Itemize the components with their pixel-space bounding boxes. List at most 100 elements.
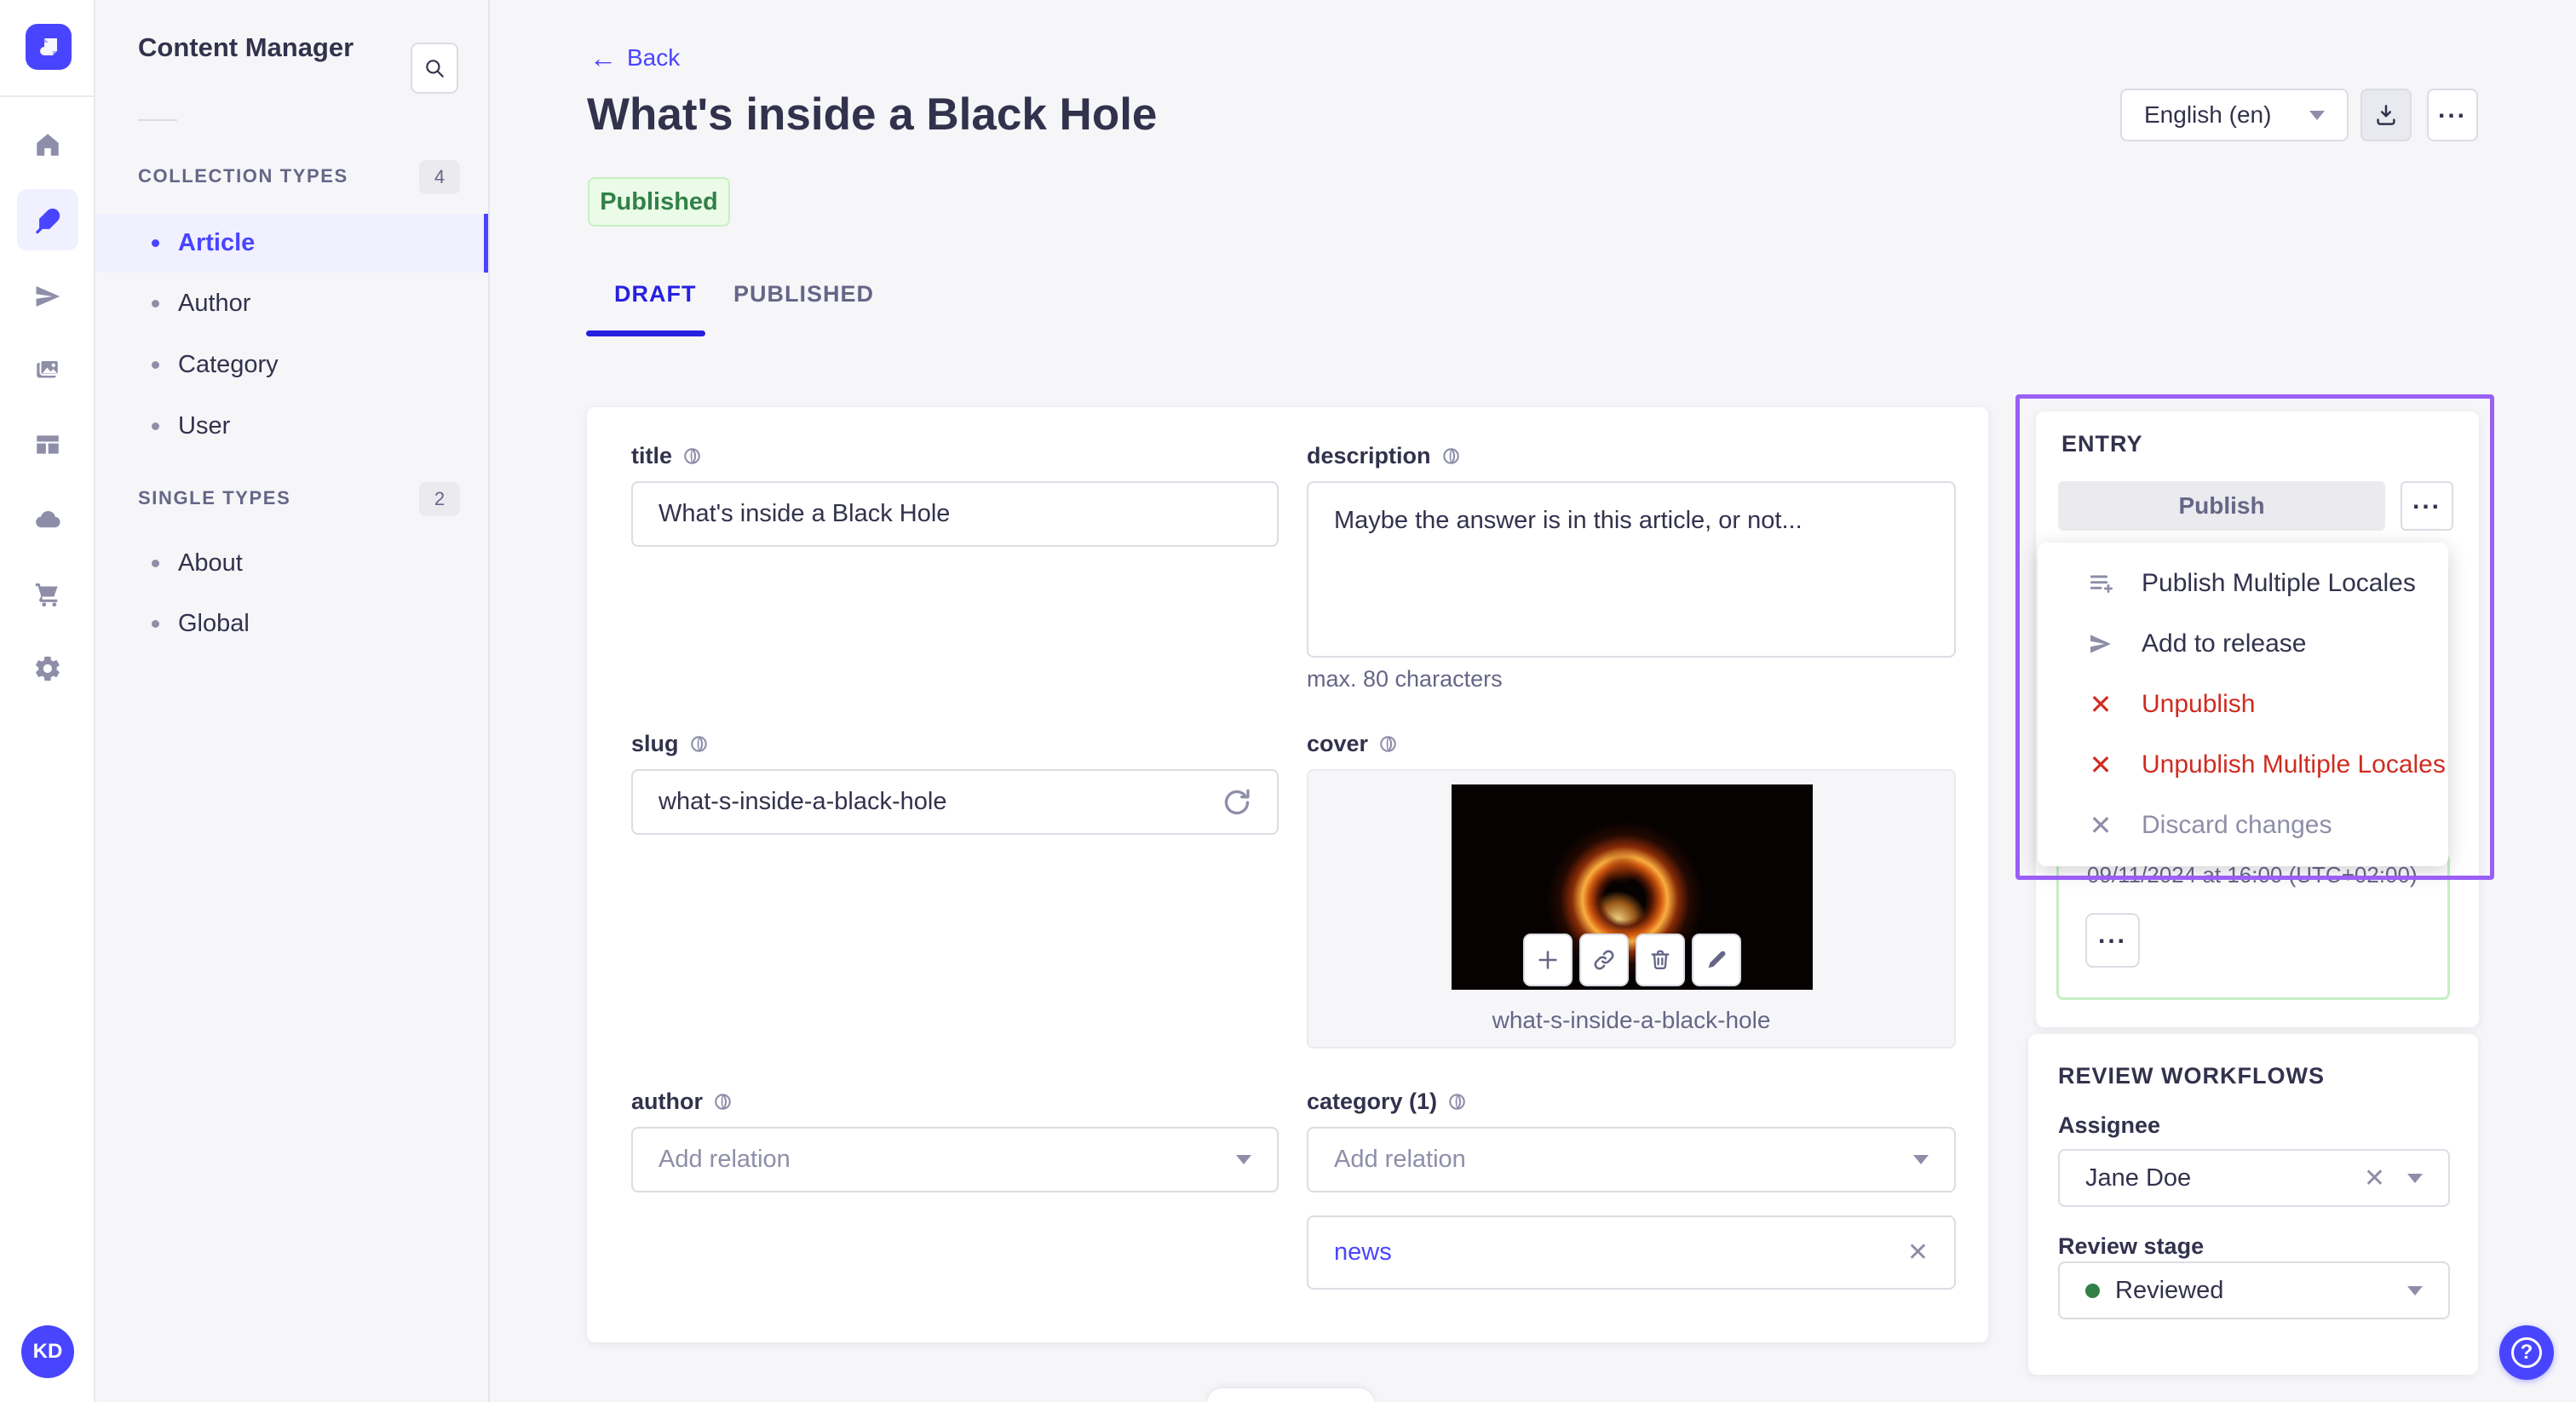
- sidebar-item-user[interactable]: User: [95, 397, 488, 456]
- chevron-down-icon: [2309, 110, 2325, 120]
- status-badge: Published: [588, 177, 730, 227]
- sidebar-divider: [138, 119, 177, 121]
- user-avatar[interactable]: KD: [21, 1325, 74, 1378]
- review-stage-select[interactable]: Reviewed: [2058, 1261, 2450, 1319]
- sidebar-item-about[interactable]: About: [95, 534, 488, 593]
- nav-rail: KD: [0, 0, 95, 1402]
- entry-more-button[interactable]: ...: [2401, 481, 2453, 531]
- cover-copy-link-button[interactable]: [1579, 934, 1629, 986]
- marketplace-cart-icon[interactable]: [32, 578, 63, 609]
- sidebar-item-article[interactable]: Article: [95, 214, 488, 273]
- floating-panel-top-edge: [1207, 1388, 1374, 1402]
- review-workflows-heading: REVIEW WORKFLOWS: [2058, 1063, 2325, 1089]
- field-label-text: title: [631, 443, 673, 468]
- menu-item-label: Publish Multiple Locales: [2142, 568, 2416, 597]
- assignee-select[interactable]: Jane Doe ✕: [2058, 1149, 2450, 1207]
- sidebar-item-author[interactable]: Author: [95, 274, 488, 333]
- back-label: Back: [627, 44, 681, 71]
- active-tab-underline: [586, 330, 705, 336]
- remove-relation-icon[interactable]: ✕: [1907, 1238, 1929, 1267]
- author-select-placeholder: Add relation: [658, 1146, 791, 1173]
- title-input[interactable]: [631, 481, 1279, 547]
- more-icon: ...: [2412, 486, 2441, 514]
- bullet-icon: [152, 620, 159, 628]
- description-hint: max. 80 characters: [1307, 666, 1503, 692]
- localized-globe-icon: [1380, 736, 1396, 752]
- strapi-logo[interactable]: [26, 24, 72, 70]
- sidebar-item-label: User: [178, 412, 231, 440]
- tab-draft[interactable]: DRAFT: [614, 281, 696, 307]
- tab-published[interactable]: PUBLISHED: [733, 281, 874, 307]
- menu-item-label: Unpublish: [2142, 689, 2256, 718]
- settings-gear-icon[interactable]: [32, 653, 63, 684]
- category-relation-select[interactable]: Add relation: [1307, 1127, 1956, 1192]
- more-icon: ...: [2097, 921, 2127, 949]
- description-textarea[interactable]: Maybe the answer is in this article, or …: [1307, 481, 1956, 658]
- cover-image-black-hole[interactable]: [1452, 784, 1813, 990]
- sidebar-item-global[interactable]: Global: [95, 595, 488, 653]
- assignee-label: Assignee: [2058, 1112, 2161, 1138]
- author-field-label: author: [631, 1089, 733, 1115]
- strapi-admin: KD Content Manager COLLECTION TYPES 4 Ar…: [0, 0, 2576, 1402]
- review-stage-value: Reviewed: [2115, 1276, 2224, 1304]
- sidebar-item-label: About: [178, 549, 243, 577]
- menu-item-unpublish-multiple-locales[interactable]: ✕ Unpublish Multiple Locales: [2038, 734, 2448, 795]
- cover-add-button[interactable]: [1523, 934, 1573, 986]
- sidebar-item-category[interactable]: Category: [95, 336, 488, 394]
- download-icon: [2377, 105, 2395, 125]
- cover-delete-button[interactable]: [1636, 934, 1685, 986]
- field-label-text: description: [1307, 443, 1431, 468]
- localized-globe-icon: [715, 1094, 731, 1110]
- paper-plane-icon: [2085, 629, 2116, 659]
- menu-item-add-to-release[interactable]: Add to release: [2038, 613, 2448, 674]
- author-relation-select[interactable]: Add relation: [631, 1127, 1279, 1192]
- publish-button[interactable]: Publish: [2058, 481, 2385, 531]
- single-types-header: SINGLE TYPES: [138, 487, 291, 509]
- menu-item-unpublish[interactable]: ✕ Unpublish: [2038, 674, 2448, 734]
- field-label-text: author: [631, 1089, 703, 1114]
- release-more-button[interactable]: ...: [2085, 913, 2140, 968]
- slug-input[interactable]: [631, 769, 1279, 835]
- question-mark-icon: ?: [2511, 1337, 2542, 1368]
- sidebar-item-label: Author: [178, 290, 251, 317]
- content-type-builder-icon[interactable]: [32, 429, 63, 460]
- assignee-value: Jane Doe: [2085, 1164, 2192, 1192]
- menu-item-publish-multiple-locales[interactable]: Publish Multiple Locales: [2038, 553, 2448, 613]
- locale-select[interactable]: English (en): [2120, 89, 2349, 141]
- menu-item-label: Add to release: [2142, 629, 2307, 658]
- title-field-label: title: [631, 443, 702, 469]
- header-more-button[interactable]: ...: [2427, 89, 2478, 141]
- back-link[interactable]: ← Back: [589, 44, 680, 72]
- content-manager-feather-icon[interactable]: [32, 205, 63, 236]
- help-button[interactable]: ?: [2499, 1325, 2554, 1380]
- cover-edit-button[interactable]: [1692, 934, 1741, 986]
- chevron-down-icon: [1913, 1155, 1929, 1164]
- regenerate-slug-icon[interactable]: [1220, 785, 1254, 819]
- releases-paper-plane-icon[interactable]: [32, 281, 63, 312]
- relation-link-news[interactable]: news: [1334, 1238, 1907, 1267]
- search-button[interactable]: [411, 43, 458, 94]
- rail-divider: [0, 95, 95, 97]
- field-label-text: slug: [631, 731, 679, 756]
- trash-icon: [1651, 950, 1670, 969]
- media-library-icon[interactable]: [32, 355, 63, 386]
- bullet-icon: [152, 239, 159, 247]
- content-manager-sidebar: [95, 0, 490, 1402]
- clear-assignee-icon[interactable]: ✕: [2364, 1164, 2385, 1193]
- locale-select-value: English (en): [2144, 101, 2272, 128]
- chevron-down-icon: [2407, 1173, 2423, 1183]
- chevron-down-icon: [2407, 1285, 2423, 1296]
- cover-field-label: cover: [1307, 731, 1398, 757]
- description-field-label: description: [1307, 443, 1461, 469]
- field-label-text: cover: [1307, 731, 1369, 756]
- more-icon: ...: [2437, 95, 2467, 124]
- menu-item-discard-changes[interactable]: ✕ Discard changes: [2038, 795, 2448, 855]
- bullet-icon: [152, 361, 159, 369]
- cloud-icon[interactable]: [32, 504, 63, 535]
- sidebar-title: Content Manager: [138, 32, 354, 62]
- category-field-label: category (1): [1307, 1089, 1467, 1115]
- download-button[interactable]: [2360, 89, 2412, 141]
- chevron-down-icon: [1236, 1155, 1251, 1164]
- single-types-count: 2: [419, 482, 460, 516]
- home-icon[interactable]: [32, 129, 63, 160]
